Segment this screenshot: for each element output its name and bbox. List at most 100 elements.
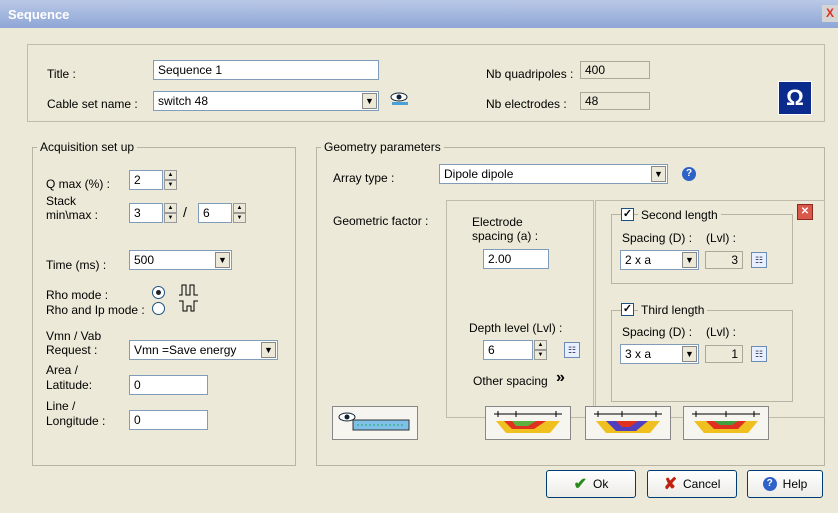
second-lvl-value: 3 [705, 251, 743, 269]
third-spacing-value: 3 x a [625, 347, 652, 361]
help-icon: ? [762, 477, 777, 491]
chevron-down-icon[interactable]: ▼ [682, 346, 697, 362]
pseudosection-icon [692, 411, 760, 433]
dialog-body: Title : Sequence 1 Cable set name : swit… [0, 28, 838, 513]
window-title: Sequence [8, 7, 70, 22]
second-spacing-label: Spacing (D) : [622, 231, 693, 245]
title-bar: Sequence X [0, 0, 838, 29]
ok-label: Ok [593, 477, 609, 491]
rho-mode-label: Rho mode : [46, 288, 109, 302]
rho-waveform-icon [179, 284, 198, 296]
qmax-stepper[interactable]: ▲ ▼ [164, 170, 177, 190]
depth-level-input[interactable]: 6 [483, 340, 533, 360]
qmax-input[interactable]: 2 [129, 170, 163, 190]
cable-set-label: Cable set name : [47, 97, 138, 111]
calculator-icon[interactable]: ☷ [751, 346, 767, 362]
line-input[interactable]: 0 [129, 410, 208, 430]
rho-mode-radio[interactable] [152, 286, 165, 299]
stack-min-stepper[interactable]: ▲ ▼ [164, 203, 177, 223]
help-button[interactable]: ? Help [747, 470, 823, 498]
vmn-label-2: Request : [46, 343, 98, 357]
cancel-button[interactable]: ✘ Cancel [647, 470, 737, 498]
title-input[interactable]: Sequence 1 [153, 60, 379, 80]
depth-level-label: Depth level (Lvl) : [469, 321, 563, 335]
stack-max-stepper[interactable]: ▲ ▼ [233, 203, 246, 223]
third-length-label: Third length [638, 303, 708, 317]
time-select[interactable]: 500 ▼ [129, 250, 232, 270]
area-input[interactable]: 0 [129, 375, 208, 395]
vmn-value: Vmn =Save energy [134, 343, 237, 357]
chevron-down-icon[interactable]: ▼ [215, 252, 230, 268]
electrode-spacing-input[interactable]: 2.00 [483, 249, 549, 269]
eye-icon[interactable] [389, 91, 411, 107]
rho-ip-mode-label: Rho and Ip mode : [46, 303, 145, 317]
third-lvl-value: 1 [705, 345, 743, 363]
header-panel [27, 44, 825, 122]
nb-electrodes-label: Nb electrodes : [486, 97, 567, 111]
cable-set-select[interactable]: switch 48 ▼ [153, 91, 379, 111]
time-value: 500 [134, 253, 155, 267]
line-label-2: Longitude : [46, 414, 106, 428]
electrode-spacing-label-1: Electrode [472, 215, 523, 229]
second-length-label: Second length [638, 208, 721, 222]
other-spacing-icon[interactable]: » [556, 369, 565, 387]
pseudosection-button-3[interactable] [683, 406, 769, 440]
close-icon[interactable]: X [822, 5, 838, 22]
array-type-label: Array type : [333, 171, 395, 185]
electrode-spacing-label-2: spacing (a) : [472, 229, 539, 243]
third-length-checkbox[interactable]: ✓ [621, 303, 634, 316]
third-spacing-label: Spacing (D) : [622, 325, 693, 339]
rho-ip-waveform-icon [179, 300, 198, 312]
pseudosection-icon [594, 411, 662, 433]
chevron-down-icon[interactable]: ▼ [362, 93, 377, 109]
array-type-value: Dipole dipole [444, 167, 514, 181]
check-icon: ✔ [573, 476, 588, 493]
calculator-icon[interactable]: ☷ [751, 252, 767, 268]
calculator-icon[interactable]: ☷ [564, 342, 580, 358]
chevron-down-icon[interactable]: ▼ [682, 252, 697, 268]
depth-level-stepper[interactable]: ▲ ▼ [534, 340, 547, 360]
nb-quadripoles-label: Nb quadripoles : [486, 67, 574, 81]
array-type-select[interactable]: Dipole dipole ▼ [439, 164, 668, 184]
cable-set-value: switch 48 [158, 94, 209, 108]
view-quadripoles-button[interactable] [332, 406, 418, 440]
third-lvl-label: (Lvl) : [706, 325, 736, 339]
third-spacing-select[interactable]: 3 x a ▼ [620, 344, 699, 364]
title-label: Title : [47, 67, 76, 81]
second-spacing-value: 2 x a [625, 253, 652, 267]
pseudosection-button-1[interactable] [485, 406, 571, 440]
time-label: Time (ms) : [46, 258, 107, 272]
second-spacing-select[interactable]: 2 x a ▼ [620, 250, 699, 270]
pseudosection-button-2[interactable] [585, 406, 671, 440]
nb-electrodes-value: 48 [580, 92, 650, 110]
chevron-down-icon[interactable]: ▼ [261, 342, 276, 358]
chevron-down-icon[interactable]: ▼ [651, 166, 666, 182]
nb-quadripoles-value: 400 [580, 61, 650, 79]
geometry-legend: Geometry parameters [321, 140, 444, 154]
pseudosection-icon [494, 411, 562, 433]
area-label-1: Area / [46, 363, 79, 377]
qmax-label: Q max (%) : [46, 177, 111, 191]
other-spacing-label[interactable]: Other spacing [473, 374, 548, 388]
second-length-group [611, 214, 793, 284]
second-length-checkbox[interactable]: ✓ [621, 208, 634, 221]
line-label-1: Line / [46, 399, 76, 413]
omega-icon[interactable]: Ω [778, 81, 812, 115]
stack-label-2: min\max : [46, 208, 99, 222]
cancel-x-icon: ✘ [663, 476, 678, 493]
cancel-label: Cancel [683, 477, 721, 491]
second-lvl-label: (Lvl) : [706, 231, 736, 245]
acquisition-legend: Acquisition set up [37, 140, 138, 154]
stack-max-input[interactable]: 6 [198, 203, 232, 223]
geometric-factor-label: Geometric factor : [333, 214, 429, 228]
help-icon[interactable]: ? [682, 167, 696, 181]
stack-min-input[interactable]: 3 [129, 203, 163, 223]
vmn-select[interactable]: Vmn =Save energy ▼ [129, 340, 278, 360]
eye-icon [338, 412, 410, 431]
stack-separator: / [183, 204, 187, 220]
area-label-2: Latitude: [46, 378, 93, 392]
ok-button[interactable]: ✔ Ok [546, 470, 636, 498]
close-icon[interactable]: ✕ [797, 204, 813, 220]
rho-ip-mode-radio[interactable] [152, 302, 165, 315]
stack-label-1: Stack [46, 194, 77, 208]
